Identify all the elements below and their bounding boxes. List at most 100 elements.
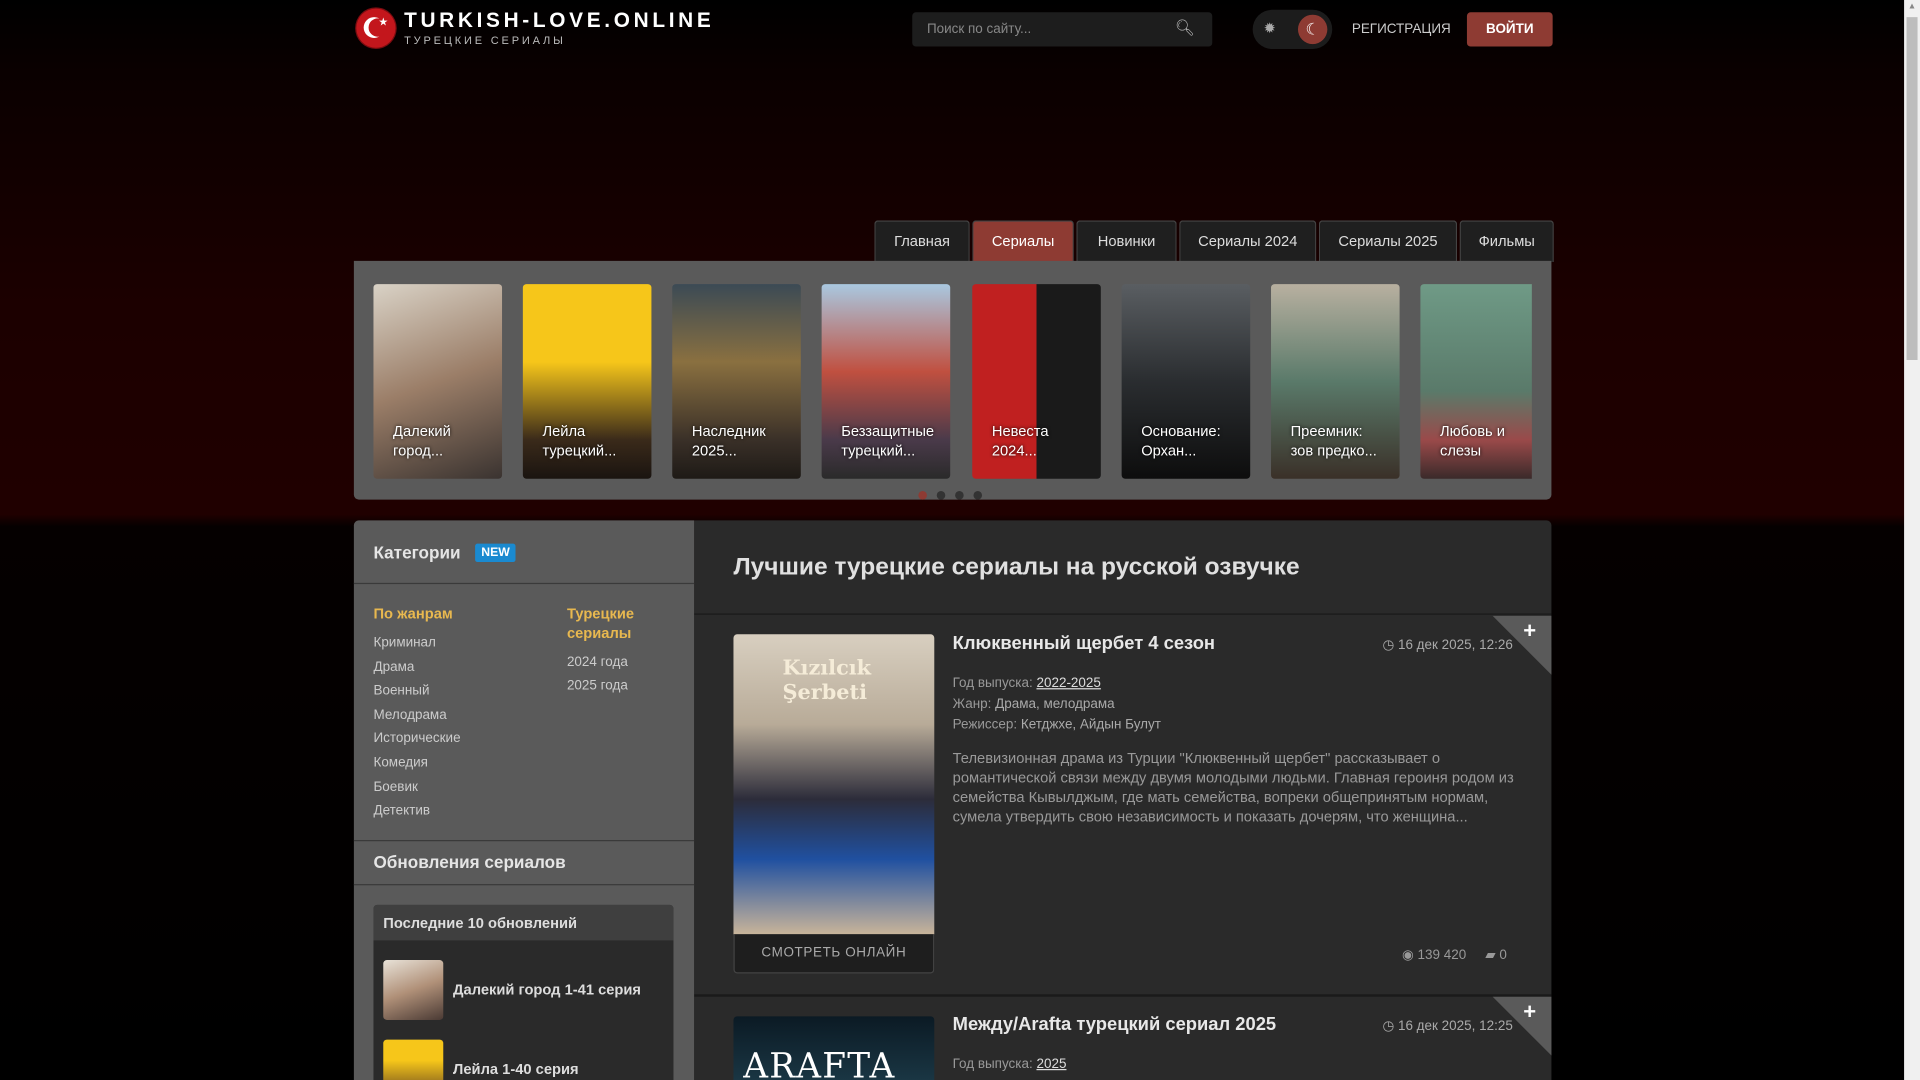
- genre-link[interactable]: Боевик: [373, 780, 417, 795]
- add-bookmark-icon[interactable]: +: [1523, 618, 1536, 644]
- genre-link[interactable]: Драма: [373, 660, 414, 675]
- carousel-item-title: Наследник 2025...: [691, 422, 766, 460]
- carousel-dot[interactable]: [918, 491, 927, 500]
- carousel-pagination: [918, 491, 983, 500]
- post-year: Год выпуска: 2025: [953, 1057, 1067, 1072]
- search-icon[interactable]: 🔍︎: [1175, 18, 1195, 38]
- genre-link[interactable]: Военный: [373, 683, 429, 698]
- year-link[interactable]: 2024 года: [567, 655, 628, 670]
- year-link[interactable]: 2022-2025: [1036, 676, 1100, 691]
- search-placeholder: Поиск по сайту...: [926, 22, 1032, 37]
- carousel-item[interactable]: Далекий город...: [373, 284, 503, 479]
- star-icon: ★: [378, 15, 389, 29]
- year-link[interactable]: 2025 года: [567, 678, 628, 693]
- register-link[interactable]: РЕГИСТРАЦИЯ: [1352, 22, 1451, 37]
- views-text: 139 420: [1417, 947, 1467, 963]
- scrollbar-thumb[interactable]: [1906, 17, 1918, 361]
- update-thumbnail: [383, 1039, 444, 1080]
- poster-text: Kızılcık Şerbeti: [782, 656, 872, 706]
- carousel-item-title: Беззащитные турецкий...: [841, 422, 935, 460]
- genre-link[interactable]: Детектив: [373, 803, 430, 818]
- main-content: Лучшие турецкие сериалы на русской озвуч…: [694, 520, 1552, 1080]
- genre-link[interactable]: Комедия: [373, 756, 427, 771]
- post-title[interactable]: Между/Arafta турецкий сериал 2025: [953, 1014, 1276, 1035]
- carousel-dot[interactable]: [973, 491, 983, 500]
- divider: [694, 994, 1552, 997]
- tab-movies[interactable]: Фильмы: [1459, 220, 1554, 263]
- carousel-item[interactable]: Наследник 2025...: [672, 284, 801, 479]
- clock-icon: ◷: [1382, 1018, 1398, 1034]
- last-updates-title: Последние 10 обновлений: [373, 904, 674, 941]
- carousel-item-title: Любовь и слезы: [1440, 422, 1506, 460]
- login-button[interactable]: ВОЙТИ: [1466, 12, 1553, 47]
- divider: [353, 840, 695, 842]
- carousel-item[interactable]: Беззащитные турецкий...: [821, 284, 951, 479]
- site-title[interactable]: TURKISH-LOVE.ONLINE: [404, 9, 714, 33]
- genre-link[interactable]: Исторические: [373, 731, 460, 746]
- carousel-item[interactable]: Любовь и слезы: [1420, 284, 1532, 479]
- theme-toggle[interactable]: ✹ ☾: [1252, 9, 1333, 49]
- main-nav: Главная Сериалы Новинки Сериалы 2024 Сер…: [874, 220, 1554, 263]
- carousel-item[interactable]: Невеста 2024...: [972, 284, 1101, 479]
- post-title[interactable]: Клюквенный щербет 4 сезон: [953, 633, 1215, 654]
- carousel-item-title: Невеста 2024...: [991, 422, 1049, 460]
- update-thumbnail: [383, 960, 444, 1021]
- carousel-item-title: Лейла турецкий...: [542, 422, 617, 460]
- poster-text: ARAFTA: [743, 1045, 896, 1080]
- genres-title: По жанрам: [373, 604, 453, 623]
- clock-icon: ◷: [1382, 637, 1398, 653]
- genre-label: Жанр:: [952, 696, 992, 712]
- search-input[interactable]: Поиск по сайту... 🔍︎: [912, 12, 1213, 47]
- views-count: ◉ 139 420: [1402, 947, 1466, 963]
- divider: [353, 582, 695, 585]
- comment-icon: ▰: [1485, 947, 1500, 963]
- carousel-item[interactable]: Лейла турецкий...: [522, 284, 652, 479]
- post-director: Режиссер: Кетджхе, Айдын Булут: [953, 718, 1161, 733]
- tab-new[interactable]: Новинки: [1076, 220, 1177, 263]
- update-title: Лейла 1-40 серия: [453, 1060, 579, 1078]
- carousel-item-title: Далекий город...: [393, 422, 451, 460]
- director-label: Режиссер:: [952, 717, 1018, 733]
- post-poster[interactable]: Kızılcık Şerbeti: [733, 634, 935, 935]
- scrollbar[interactable]: ▲: [1904, 0, 1920, 1080]
- post-genre: Жанр: Драма, мелодрама: [953, 697, 1115, 712]
- eye-icon: ◉: [1402, 947, 1418, 963]
- carousel-dot[interactable]: [936, 491, 946, 500]
- year-label: Год выпуска:: [952, 675, 1033, 691]
- year-label: Год выпуска:: [952, 1056, 1033, 1072]
- update-title: Далекий город 1-41 серия: [453, 980, 642, 998]
- tab-series[interactable]: Сериалы: [972, 220, 1074, 263]
- corner-tab: [1492, 615, 1552, 675]
- genre-link[interactable]: Мелодрама: [373, 708, 446, 723]
- tab-series-2024[interactable]: Сериалы 2024: [1179, 220, 1317, 263]
- add-bookmark-icon[interactable]: +: [1523, 999, 1536, 1025]
- carousel-item[interactable]: Преемник: зов предко...: [1271, 284, 1400, 479]
- page: ★ TURKISH-LOVE.ONLINE ТУРЕЦКИЕ СЕРИАЛЫ П…: [0, 0, 1920, 1080]
- new-badge: NEW: [475, 543, 516, 563]
- watch-online-button[interactable]: СМОТРЕТЬ ОНЛАЙН: [733, 934, 935, 974]
- post-year: Год выпуска: 2022-2025: [953, 676, 1101, 691]
- year-link[interactable]: 2025: [1036, 1057, 1066, 1072]
- comments-count[interactable]: ▰ 0: [1485, 947, 1507, 963]
- carousel-item-title: Основание: Орхан...: [1141, 422, 1221, 460]
- last-updates-box: Последние 10 обновлений Далекий город 1-…: [373, 904, 674, 1080]
- moon-icon: ☾: [1297, 14, 1328, 45]
- carousel-dot[interactable]: [955, 491, 964, 500]
- carousel-item-title: Преемник: зов предко...: [1290, 422, 1377, 460]
- carousel-item[interactable]: Основание: Орхан...: [1121, 284, 1251, 479]
- scroll-up-icon[interactable]: ▲: [1908, 2, 1916, 11]
- tab-series-2025[interactable]: Сериалы 2025: [1318, 220, 1458, 263]
- divider: [694, 613, 1552, 615]
- tab-home[interactable]: Главная: [874, 220, 970, 263]
- divider: [353, 884, 695, 886]
- turkish-series-title[interactable]: Турецкие сериалы: [567, 604, 665, 643]
- post-description: Телевизионная драма из Турции "Клюквенны…: [952, 749, 1514, 826]
- site-subtitle: ТУРЕЦКИЕ СЕРИАЛЫ: [404, 34, 566, 47]
- updates-title: Обновления сериалов: [373, 852, 566, 872]
- carousel: Далекий город... Лейла турецкий... Насле…: [353, 260, 1552, 500]
- director-value: Кетджхе, Айдын Булут: [1020, 717, 1161, 733]
- genre-link[interactable]: Криминал: [373, 636, 435, 651]
- logo-flag-icon[interactable]: [356, 8, 396, 48]
- post-poster[interactable]: ARAFTA: [733, 1016, 935, 1080]
- comments-text: 0: [1499, 947, 1507, 963]
